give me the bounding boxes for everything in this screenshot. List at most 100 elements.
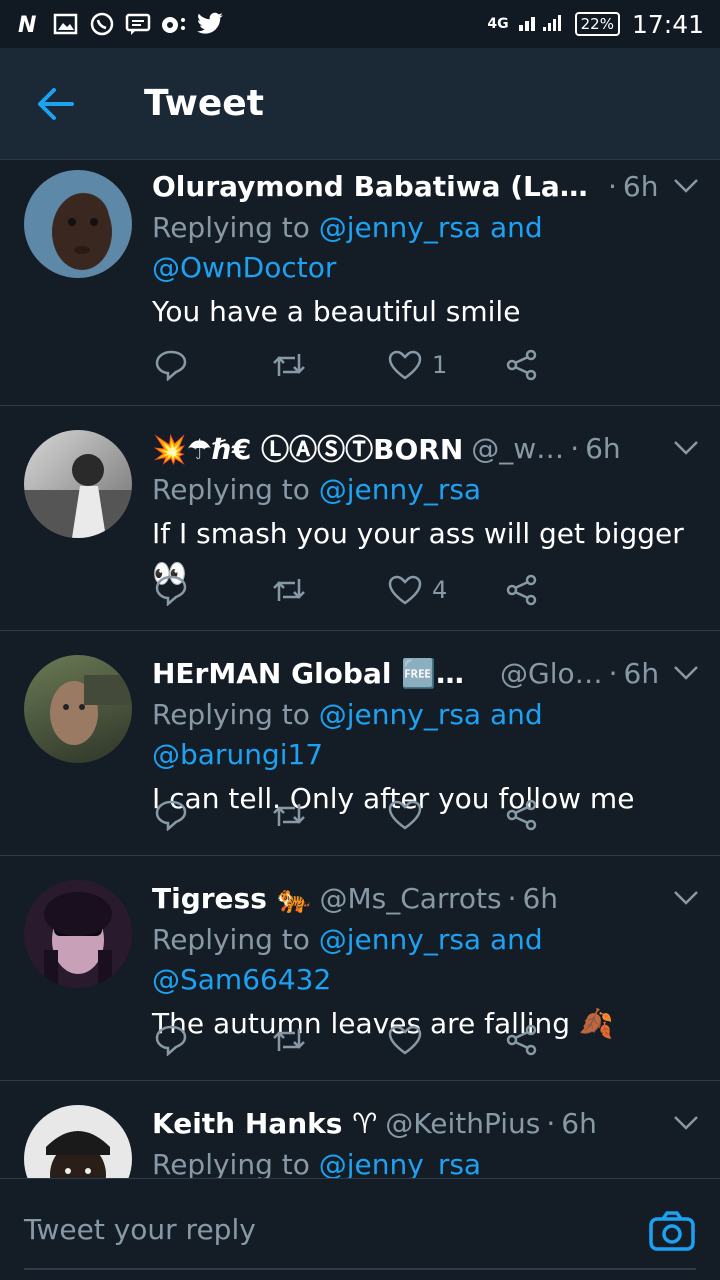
replying-to: Replying to @jenny_rsa and @barungi17 bbox=[152, 695, 704, 775]
tweet-actions: 4 bbox=[152, 568, 622, 612]
signal-icon bbox=[517, 9, 567, 39]
replying-to-label: Replying to bbox=[152, 473, 310, 506]
mention-links[interactable]: @jenny_rsa bbox=[319, 473, 481, 506]
tweet-row[interactable]: Oluraymond Babatiwa (Lampar… · 6h Replyi… bbox=[0, 160, 720, 406]
replies-list[interactable]: Oluraymond Babatiwa (Lampar… · 6h Replyi… bbox=[0, 160, 720, 1178]
more-options-button[interactable] bbox=[668, 178, 704, 194]
timestamp: 6h bbox=[622, 169, 659, 203]
n-app-icon: N bbox=[16, 11, 44, 37]
back-button[interactable] bbox=[0, 48, 112, 160]
user-handle[interactable]: @Glo… bbox=[500, 657, 603, 690]
tweet-header: 💥☂ℏ€ ⓁⒶⓈⓉBORN @_w… · 6h bbox=[152, 426, 704, 470]
camera-button[interactable] bbox=[648, 1209, 696, 1253]
divider bbox=[24, 1268, 696, 1270]
user-handle[interactable]: @_w… bbox=[471, 432, 564, 465]
tweet-text: You have a beautiful smile bbox=[152, 295, 521, 328]
retweet-button[interactable] bbox=[271, 1025, 388, 1055]
like-button[interactable] bbox=[388, 800, 505, 830]
camera-icon bbox=[649, 1211, 695, 1251]
display-name[interactable]: Oluraymond Babatiwa (Lampar… bbox=[152, 170, 602, 203]
avatar[interactable] bbox=[24, 655, 132, 763]
replying-to-label: Replying to bbox=[152, 1148, 310, 1178]
gallery-icon bbox=[52, 11, 80, 37]
battery-indicator: 22% bbox=[574, 12, 620, 36]
separator-dot: · bbox=[507, 881, 517, 915]
reply-composer[interactable]: Tweet your reply bbox=[0, 1178, 720, 1280]
woman-avatar-image bbox=[44, 892, 112, 988]
reply-button[interactable] bbox=[154, 574, 271, 606]
tweet-row[interactable]: 💥☂ℏ€ ⓁⒶⓈⓉBORN @_w… · 6h Replying to @jen… bbox=[0, 406, 720, 631]
retweet-button[interactable] bbox=[271, 350, 388, 380]
arrow-left-icon bbox=[38, 87, 74, 120]
share-button[interactable] bbox=[505, 1024, 622, 1056]
user-handle[interactable]: @Ms_Carrots bbox=[319, 882, 501, 915]
share-icon bbox=[506, 1024, 537, 1056]
display-name[interactable]: 💥☂ℏ€ ⓁⒶⓈⓉBORN bbox=[152, 428, 463, 468]
chevron-down-icon bbox=[674, 891, 698, 905]
tweet-row[interactable]: Keith Hanks ♈ @KeithPius · 6h Replying t… bbox=[0, 1081, 720, 1178]
reply-icon bbox=[155, 350, 187, 381]
like-button[interactable]: 4 bbox=[388, 575, 505, 605]
whatsapp-icon bbox=[88, 11, 116, 37]
tweet-content: Oluraymond Babatiwa (Lampar… · 6h Replyi… bbox=[152, 164, 704, 332]
reply-button[interactable] bbox=[154, 349, 271, 381]
share-button[interactable] bbox=[505, 799, 622, 831]
replying-to: Replying to @jenny_rsa bbox=[152, 470, 704, 510]
tweet-header: HErMAN Global 🆓🇮🇳🇳🇬 @Glo… · 6h bbox=[152, 651, 704, 695]
like-count: 4 bbox=[432, 576, 448, 604]
more-options-button[interactable] bbox=[668, 440, 704, 456]
tweet-header: Keith Hanks ♈ @KeithPius · 6h bbox=[152, 1101, 704, 1145]
avatar[interactable] bbox=[24, 430, 132, 538]
more-options-button[interactable] bbox=[668, 1115, 704, 1131]
timestamp: 6h bbox=[522, 881, 559, 915]
replying-to-label: Replying to bbox=[152, 923, 310, 956]
more-options-button[interactable] bbox=[668, 890, 704, 906]
avatar[interactable] bbox=[24, 880, 132, 988]
reply-button[interactable] bbox=[154, 1024, 271, 1056]
heart-icon bbox=[388, 575, 422, 605]
share-icon bbox=[506, 574, 537, 606]
tweet-row[interactable]: HErMAN Global 🆓🇮🇳🇳🇬 @Glo… · 6h Replying … bbox=[0, 631, 720, 856]
tweet-actions bbox=[152, 1018, 622, 1062]
retweet-button[interactable] bbox=[271, 575, 388, 605]
chevron-down-icon bbox=[674, 179, 698, 193]
display-name[interactable]: Keith Hanks ♈ bbox=[152, 1107, 377, 1140]
display-name[interactable]: HErMAN Global 🆓🇮🇳🇳🇬 bbox=[152, 657, 492, 690]
more-options-button[interactable] bbox=[668, 665, 704, 681]
clock: 17:41 bbox=[631, 9, 704, 39]
like-button[interactable] bbox=[388, 1025, 505, 1055]
replying-to: Replying to @jenny_rsa and @Sam66432 bbox=[152, 920, 704, 1000]
mention-links[interactable]: @jenny_rsa bbox=[319, 1148, 481, 1178]
chevron-down-icon bbox=[674, 666, 698, 680]
network-type: 4G bbox=[487, 16, 509, 32]
display-name[interactable]: Tigress 🐅 bbox=[152, 882, 311, 915]
tweet-actions bbox=[152, 793, 622, 837]
reply-button[interactable] bbox=[154, 799, 271, 831]
share-button[interactable] bbox=[505, 574, 622, 606]
reply-input[interactable]: Tweet your reply bbox=[24, 1213, 256, 1246]
retweet-button[interactable] bbox=[271, 800, 388, 830]
message-icon bbox=[124, 11, 152, 37]
man-avatar-image bbox=[46, 1131, 110, 1178]
like-button[interactable]: 1 bbox=[388, 350, 505, 380]
tweet-actions: 1 bbox=[152, 343, 622, 387]
top-app-bar: Tweet bbox=[0, 48, 720, 160]
music-icon bbox=[160, 11, 188, 37]
avatar[interactable] bbox=[24, 1105, 132, 1178]
status-bar: N 4G 22% 17:41 bbox=[0, 0, 720, 48]
share-button[interactable] bbox=[505, 349, 622, 381]
user-handle[interactable]: @KeithPius bbox=[385, 1107, 540, 1140]
retweet-icon bbox=[273, 1029, 305, 1051]
replying-to-label: Replying to bbox=[152, 211, 310, 244]
chevron-down-icon bbox=[674, 1116, 698, 1130]
timestamp: 6h bbox=[623, 656, 660, 690]
tweet-row[interactable]: Tigress 🐅 @Ms_Carrots · 6h Replying to @… bbox=[0, 856, 720, 1081]
retweet-icon bbox=[273, 804, 305, 826]
replying-to: Replying to @jenny_rsa bbox=[152, 1145, 704, 1178]
tweet-header: Oluraymond Babatiwa (Lampar… · 6h bbox=[152, 164, 704, 208]
system-status: 4G 22% 17:41 bbox=[487, 9, 704, 39]
avatar[interactable] bbox=[24, 170, 132, 278]
reply-icon bbox=[155, 1025, 187, 1056]
notification-icons: N bbox=[16, 11, 224, 37]
retweet-icon bbox=[273, 354, 305, 376]
